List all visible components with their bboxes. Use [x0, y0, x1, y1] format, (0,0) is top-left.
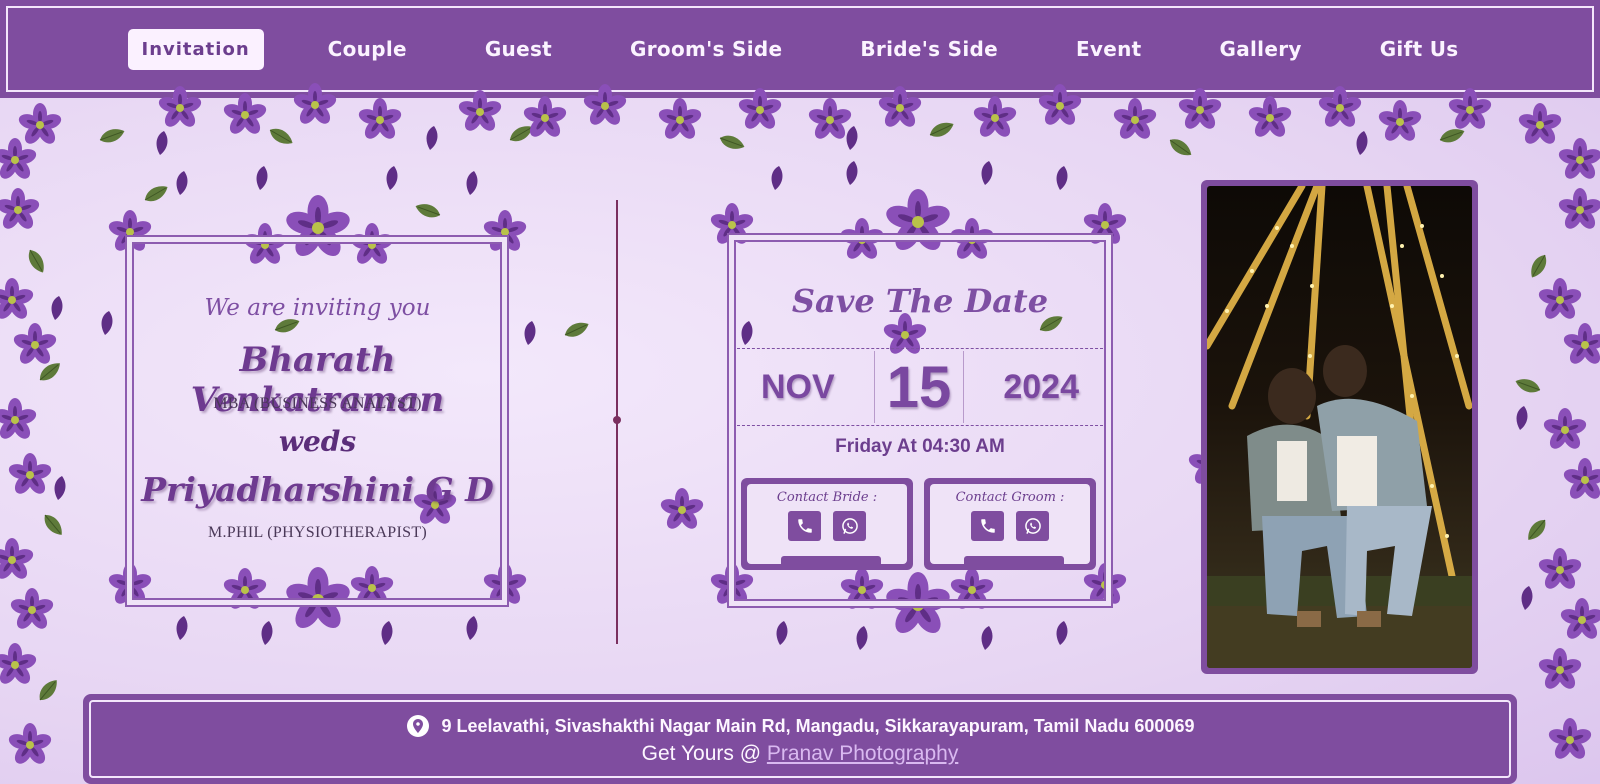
address-line: 9 Leelavathi, Sivashakthi Nagar Main Rd,… — [91, 702, 1509, 738]
nav-item-grooms-side[interactable]: Groom's Side — [616, 29, 796, 69]
footer-bar: 9 Leelavathi, Sivashakthi Nagar Main Rd,… — [83, 694, 1517, 784]
phone-icon — [980, 519, 995, 533]
couple-photo — [1207, 186, 1472, 668]
contact-groom-box: Contact Groom : — [924, 478, 1096, 570]
invite-intro: We are inviting you — [204, 295, 431, 321]
whatsapp-icon — [1024, 518, 1041, 534]
top-navigation: Invitation Couple Guest Groom's Side Bri… — [0, 0, 1600, 98]
footer-inner: 9 Leelavathi, Sivashakthi Nagar Main Rd,… — [89, 700, 1511, 778]
nav-item-brides-side[interactable]: Bride's Side — [846, 29, 1012, 69]
credit-line: Get Yours @ Pranav Photography — [91, 742, 1509, 766]
date-month: NOV — [761, 367, 835, 406]
whatsapp-icon — [841, 518, 858, 534]
groom-phone-button[interactable] — [971, 511, 1004, 541]
location-pin-icon — [406, 715, 429, 737]
contact-groom-inner: Contact Groom : — [930, 484, 1090, 570]
couple-photo-frame — [1201, 180, 1478, 674]
couple-card-frame — [125, 235, 509, 607]
date-day: 15 — [873, 351, 965, 423]
nav-item-guest[interactable]: Guest — [471, 29, 566, 69]
groom-whatsapp-button[interactable] — [1016, 511, 1049, 541]
nav-item-invitation[interactable]: Invitation — [127, 28, 264, 70]
phone-icon — [797, 519, 812, 533]
divider-dot — [613, 416, 621, 424]
event-time: Friday At 04:30 AM — [835, 436, 1005, 457]
nav-bar: Invitation Couple Guest Groom's Side Bri… — [6, 6, 1594, 92]
nav-item-gift-us[interactable]: Gift Us — [1366, 29, 1473, 69]
contact-groom-label: Contact Groom : — [955, 490, 1065, 505]
nav-item-couple[interactable]: Couple — [314, 29, 421, 69]
photographer-link[interactable]: Pranav Photography — [767, 742, 958, 765]
credit-prefix: Get Yours @ — [641, 742, 762, 765]
bride-phone-button[interactable] — [788, 511, 821, 541]
bride-degree: M.PHIL (PHYSIOTHERAPIST) — [207, 524, 428, 541]
date-row: NOV 15 2024 — [737, 348, 1103, 426]
nav-item-gallery[interactable]: Gallery — [1206, 29, 1316, 69]
venue-address: 9 Leelavathi, Sivashakthi Nagar Main Rd,… — [441, 715, 1195, 736]
bride-whatsapp-button[interactable] — [833, 511, 866, 541]
date-year: 2024 — [1003, 367, 1079, 406]
contact-bride-inner: Contact Bride : — [747, 484, 907, 570]
contact-groom-icons — [930, 511, 1090, 541]
contact-bride-label: Contact Bride : — [776, 490, 878, 505]
weds-text: weds — [278, 425, 357, 458]
contact-bride-tab — [781, 556, 881, 570]
contact-bride-box: Contact Bride : — [741, 478, 913, 570]
bride-name: Priyadharshini G D — [141, 470, 494, 509]
contact-bride-icons — [747, 511, 907, 541]
groom-degree: MBA (BUSINESS ANALYST) — [213, 395, 422, 412]
couple-photo-illustration — [1207, 186, 1472, 668]
nav-item-event[interactable]: Event — [1062, 29, 1156, 69]
save-the-date-title: Save The Date — [791, 282, 1049, 320]
contact-groom-tab — [964, 556, 1064, 570]
